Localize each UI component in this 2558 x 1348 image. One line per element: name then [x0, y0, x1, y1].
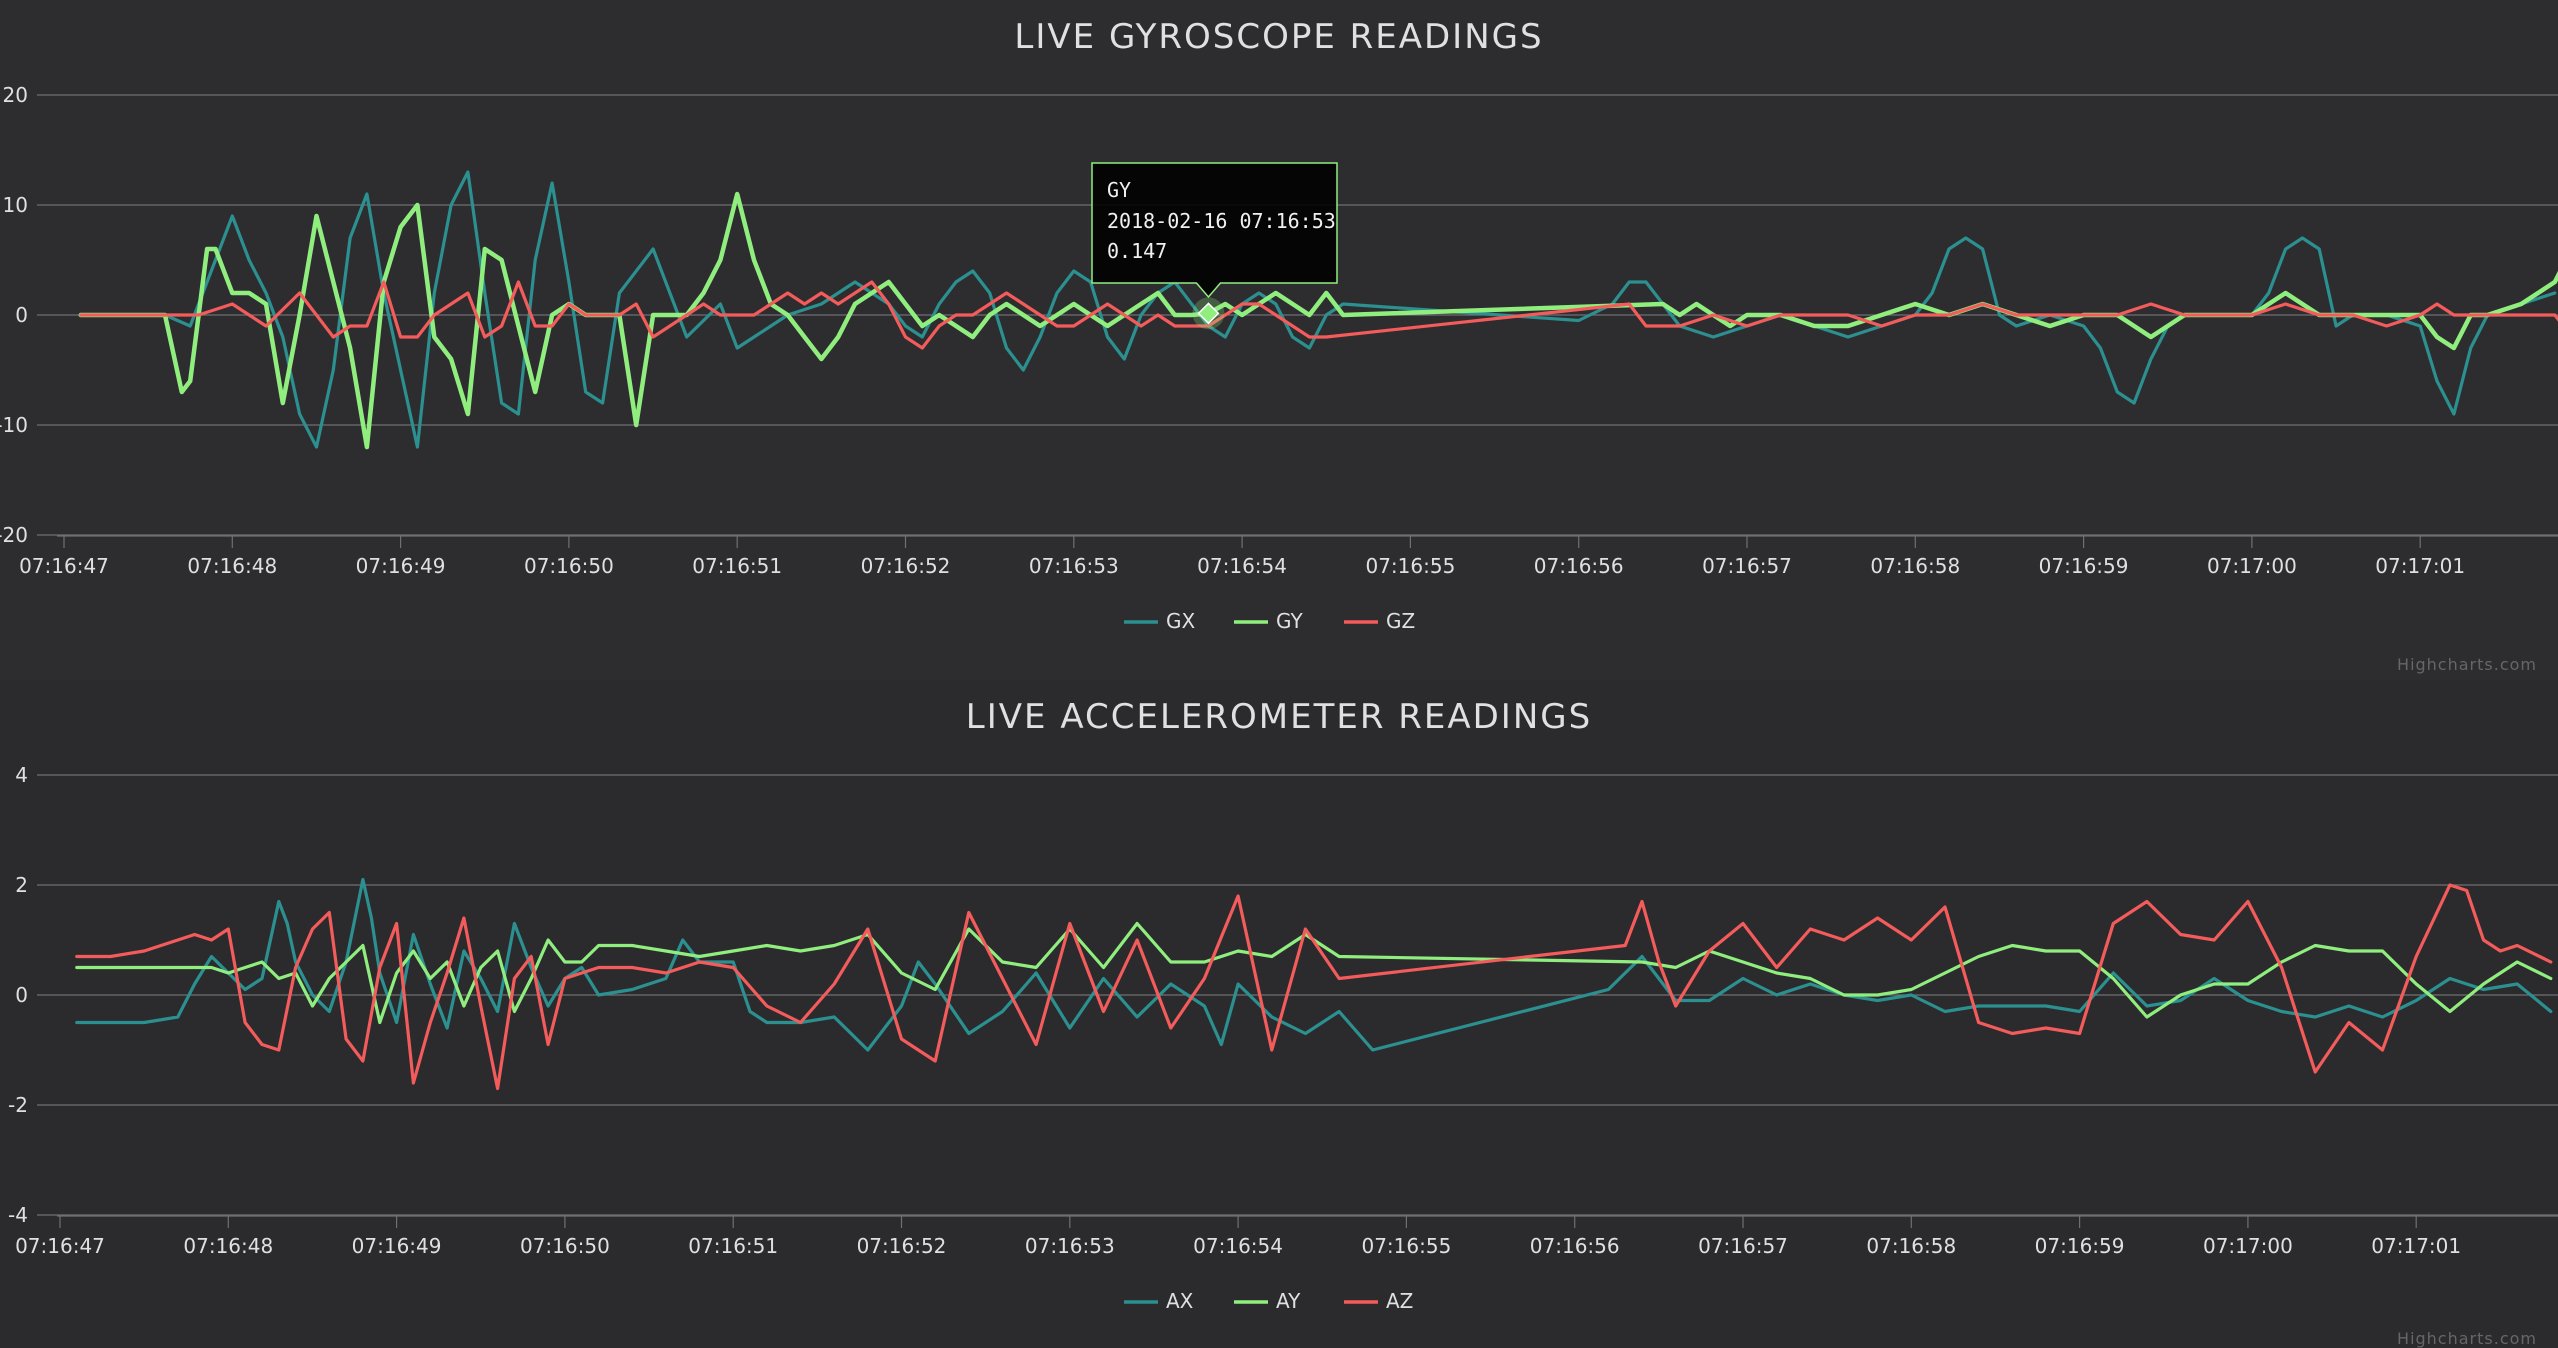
x-tick-label: 07:16:53: [1025, 1234, 1115, 1258]
legend-item-ax[interactable]: AX: [1124, 1289, 1194, 1313]
x-tick-label: 07:16:56: [1530, 1234, 1620, 1258]
x-tick-label: 07:17:00: [2203, 1234, 2293, 1258]
x-tick-label: 07:16:53: [1029, 554, 1119, 578]
legend-item-gx[interactable]: GX: [1124, 609, 1195, 633]
x-tick-label: 07:16:49: [352, 1234, 442, 1258]
app-root: LIVE GYROSCOPE READINGS-20-100102007:16:…: [0, 0, 2558, 1348]
y-tick-label: 10: [3, 193, 28, 217]
gyroscope-chart-panel: LIVE GYROSCOPE READINGS -20 -10 0 10 20 07:16:…: [0, 0, 2558, 680]
x-tick-label: 07:17:00: [2207, 554, 2297, 578]
legend-label: GX: [1166, 609, 1195, 633]
x-tick-label: 07:16:49: [356, 554, 446, 578]
legend-label: AX: [1166, 1289, 1194, 1313]
x-tick-label: 07:16:59: [2039, 554, 2129, 578]
tooltip-timestamp: 2018-02-16 07:16:53: [1107, 209, 1336, 233]
legend-item-gz[interactable]: GZ: [1344, 609, 1415, 633]
credits-link[interactable]: Highcharts.com: [2397, 655, 2537, 674]
x-tick-label: 07:16:54: [1197, 554, 1287, 578]
x-tick-label: 07:16:47: [15, 1234, 105, 1258]
x-tick-label: 07:16:52: [857, 1234, 947, 1258]
legend-item-az[interactable]: AZ: [1344, 1289, 1413, 1313]
x-tick-label: 07:16:50: [520, 1234, 610, 1258]
legend-label: GZ: [1386, 609, 1415, 633]
chart-title: LIVE ACCELEROMETER READINGS: [966, 697, 1592, 737]
x-tick-label: 07:16:48: [187, 554, 277, 578]
x-tick-label: 07:17:01: [2371, 1234, 2461, 1258]
x-tick-label: 07:16:48: [183, 1234, 273, 1258]
legend-item-ay[interactable]: AY: [1234, 1289, 1301, 1313]
x-tick-label: 07:16:57: [1702, 554, 1792, 578]
x-tick-label: 07:16:56: [1534, 554, 1624, 578]
x-tick-label: 07:16:50: [524, 554, 614, 578]
y-tick-label: 0: [15, 303, 28, 327]
y-tick-label: -4: [8, 1203, 28, 1227]
tooltip-value: 0.147: [1107, 239, 1167, 263]
legend-label: GY: [1276, 609, 1304, 633]
legend-item-gy[interactable]: GY: [1234, 609, 1304, 633]
x-tick-label: 07:17:01: [2375, 554, 2465, 578]
legend-label: AZ: [1386, 1289, 1413, 1313]
y-tick-label: -2: [8, 1093, 28, 1117]
y-tick-label: 0: [15, 983, 28, 1007]
y-tick-label: -20: [0, 523, 28, 547]
x-tick-label: 07:16:58: [1866, 1234, 1956, 1258]
accelerometer-chart: LIVE ACCELEROMETER READINGS -4 -2 0 2 4 07:16:…: [8, 697, 2558, 1348]
tooltip-series-name: GY: [1107, 178, 1131, 202]
x-tick-label: 07:16:54: [1193, 1234, 1283, 1258]
y-tick-label: 20: [3, 83, 28, 107]
accelerometer-chart-panel: LIVE ACCELEROMETER READINGS -4 -2 0 2 4 07:16:…: [0, 680, 2558, 1348]
legend-label: AY: [1276, 1289, 1301, 1313]
x-tick-label: 07:16:55: [1361, 1234, 1451, 1258]
x-tick-label: 07:16:47: [19, 554, 109, 578]
x-tick-label: 07:16:51: [692, 554, 782, 578]
tooltip: GY 2018-02-16 07:16:53 0.147: [1091, 162, 1338, 299]
x-tick-label: 07:16:51: [688, 1234, 778, 1258]
x-tick-label: 07:16:58: [1870, 554, 1960, 578]
x-tick-label: 07:16:57: [1698, 1234, 1788, 1258]
credits-link[interactable]: Highcharts.com: [2397, 1329, 2537, 1348]
y-tick-label: -10: [0, 413, 28, 437]
series-line-az[interactable]: [75, 883, 2553, 1091]
gyroscope-chart: LIVE GYROSCOPE READINGS -20 -10 0 10 20 07:16:…: [0, 17, 2558, 674]
chart-title: LIVE GYROSCOPE READINGS: [1014, 17, 1543, 57]
x-tick-label: 07:16:55: [1365, 554, 1455, 578]
y-tick-label: 4: [15, 763, 28, 787]
y-tick-label: 2: [15, 873, 28, 897]
x-tick-label: 07:16:59: [2035, 1234, 2125, 1258]
x-tick-label: 07:16:52: [861, 554, 951, 578]
